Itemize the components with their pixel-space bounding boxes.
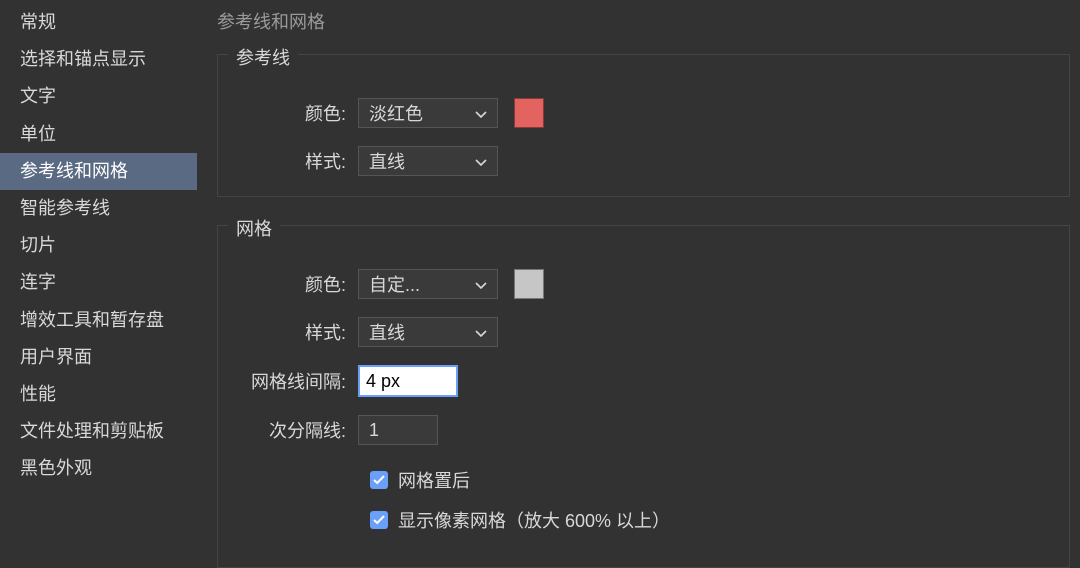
grid-color-value: 自定... <box>369 271 420 297</box>
grid-group: 网格 颜色: 自定... 样式: 直线 网格线间隔: 4 p <box>217 225 1070 568</box>
guides-legend: 参考线 <box>228 44 298 70</box>
grid-back-label[interactable]: 网格置后 <box>398 467 470 493</box>
grid-back-checkbox[interactable] <box>370 471 388 489</box>
guides-color-label: 颜色: <box>242 100 358 126</box>
guides-style-value: 直线 <box>369 148 405 174</box>
page-title: 参考线和网格 <box>217 8 1080 34</box>
sidebar-item-user-interface[interactable]: 用户界面 <box>0 339 197 376</box>
grid-style-value: 直线 <box>369 319 405 345</box>
grid-color-swatch[interactable] <box>514 269 544 299</box>
chevron-down-icon <box>475 151 487 172</box>
sidebar-item-performance[interactable]: 性能 <box>0 376 197 413</box>
sidebar-item-units[interactable]: 单位 <box>0 116 197 153</box>
sidebar-item-slices[interactable]: 切片 <box>0 227 197 264</box>
chevron-down-icon <box>475 103 487 124</box>
subdivider-input[interactable]: 1 <box>358 415 438 445</box>
sidebar-item-file-clipboard[interactable]: 文件处理和剪贴板 <box>0 413 197 450</box>
chevron-down-icon <box>475 274 487 295</box>
guides-color-value: 淡红色 <box>369 100 423 126</box>
sidebar-item-plugins-scratch[interactable]: 增效工具和暂存盘 <box>0 302 197 339</box>
chevron-down-icon <box>475 322 487 343</box>
pixel-grid-label[interactable]: 显示像素网格（放大 600% 以上） <box>398 507 670 533</box>
sidebar-item-hyphenation[interactable]: 连字 <box>0 264 197 301</box>
check-icon <box>373 475 385 485</box>
guides-style-label: 样式: <box>242 148 358 174</box>
preferences-sidebar: 常规 选择和锚点显示 文字 单位 参考线和网格 智能参考线 切片 连字 增效工具… <box>0 0 197 559</box>
gridline-spacing-input[interactable]: 4 px <box>358 365 458 397</box>
sidebar-item-guides-grid[interactable]: 参考线和网格 <box>0 153 197 190</box>
guides-group: 参考线 颜色: 淡红色 样式: 直线 <box>217 54 1070 197</box>
sidebar-item-general[interactable]: 常规 <box>0 4 197 41</box>
grid-style-select[interactable]: 直线 <box>358 317 498 347</box>
guides-color-select[interactable]: 淡红色 <box>358 98 498 128</box>
grid-legend: 网格 <box>228 215 280 241</box>
sidebar-item-black-appearance[interactable]: 黑色外观 <box>0 450 197 487</box>
subdivider-label: 次分隔线: <box>242 417 358 443</box>
pixel-grid-checkbox[interactable] <box>370 511 388 529</box>
gridline-spacing-label: 网格线间隔: <box>242 368 358 394</box>
guides-color-swatch[interactable] <box>514 98 544 128</box>
grid-style-label: 样式: <box>242 319 358 345</box>
sidebar-item-type[interactable]: 文字 <box>0 78 197 115</box>
preferences-main: 参考线和网格 参考线 颜色: 淡红色 样式: 直线 网格 <box>197 0 1080 559</box>
grid-color-label: 颜色: <box>242 271 358 297</box>
check-icon <box>373 515 385 525</box>
guides-style-select[interactable]: 直线 <box>358 146 498 176</box>
sidebar-item-smart-guides[interactable]: 智能参考线 <box>0 190 197 227</box>
sidebar-item-selection-anchor[interactable]: 选择和锚点显示 <box>0 41 197 78</box>
grid-color-select[interactable]: 自定... <box>358 269 498 299</box>
